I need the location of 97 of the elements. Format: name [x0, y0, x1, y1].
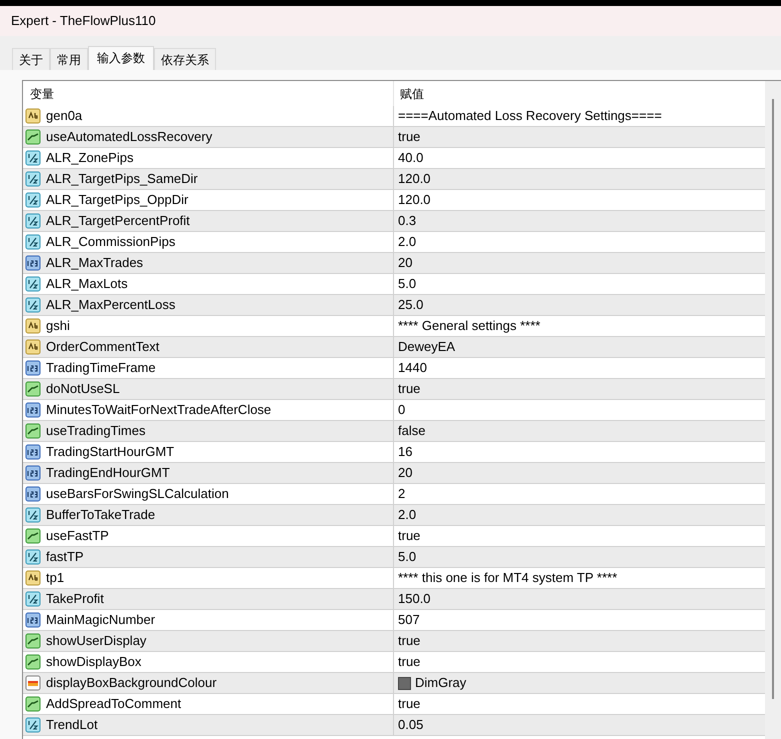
- boolean-type-icon: [25, 696, 41, 712]
- scrollbar[interactable]: [765, 81, 781, 739]
- table-cell-text: 150.0: [398, 590, 431, 608]
- table-cell-text: ====Automated Loss Recovery Settings====: [398, 107, 662, 126]
- table-cell-text: fastTP: [46, 548, 84, 566]
- table-cell-text: displayBoxBackgroundColour: [46, 674, 217, 692]
- table-cell-text: DeweyEA: [398, 338, 456, 356]
- table-cell-text: 5.0: [398, 275, 416, 294]
- table-cell-text: tp1: [46, 569, 64, 588]
- table-cell-text: ALR_MaxPercentLoss: [46, 296, 176, 314]
- table-cell-text: ALR_ZonePips: [46, 149, 134, 168]
- table-cell-text: MinutesToWaitForNextTradeAfterClose: [46, 401, 272, 420]
- table-cell-text: MainMagicNumber: [46, 611, 156, 630]
- table-cell-text: AddSpreadToComment: [46, 695, 182, 714]
- integer-type-icon: [25, 612, 41, 628]
- table-cell-text: **** General settings ****: [398, 317, 540, 336]
- table-cell-text: 20: [398, 464, 412, 482]
- table-cell-text: true: [398, 527, 420, 546]
- table-cell-text: ALR_TargetPips_SameDir: [46, 170, 198, 188]
- table-cell-text: false: [398, 422, 426, 440]
- table-cell-text: true: [398, 128, 420, 146]
- table-cell-text: TakeProfit: [46, 590, 104, 608]
- decimal-type-icon: [25, 297, 41, 313]
- decimal-type-icon: [25, 171, 41, 187]
- table-cell-text: 16: [398, 443, 412, 462]
- window-title: Expert - TheFlowPlus110: [11, 12, 156, 30]
- table-cell-text: true: [398, 632, 420, 650]
- decimal-type-icon: [25, 192, 41, 208]
- boolean-type-icon: [25, 654, 41, 670]
- table-cell-text: gshi: [46, 317, 70, 336]
- string-type-icon: [25, 318, 41, 334]
- table-cell-text: 25.0: [398, 296, 424, 314]
- table-cell-text: OrderCommentText: [46, 338, 160, 356]
- tab[interactable]: 依存关系: [154, 48, 216, 70]
- boolean-type-icon: [25, 381, 41, 397]
- table-cell-text: 120.0: [398, 191, 431, 210]
- table-cell-text: ALR_MaxLots: [46, 275, 128, 294]
- table-cell-text: true: [398, 380, 420, 398]
- table-cell-text: TradingStartHourGMT: [46, 443, 174, 462]
- string-type-icon: [25, 339, 41, 355]
- table-cell-text: 1440: [398, 359, 427, 378]
- column-header[interactable]: 赋值: [394, 81, 765, 106]
- integer-type-icon: [25, 444, 41, 460]
- decimal-type-icon: [25, 213, 41, 229]
- table-cell-text: doNotUseSL: [46, 380, 120, 398]
- table-cell-text: useTradingTimes: [46, 422, 146, 440]
- boolean-type-icon: [25, 129, 41, 145]
- table-cell-text: ALR_TargetPercentProfit: [46, 212, 190, 230]
- decimal-type-icon: [25, 507, 41, 523]
- table-cell-text: 120.0: [398, 170, 431, 188]
- table-cell-text: TradingEndHourGMT: [46, 464, 170, 482]
- table-cell-text: useAutomatedLossRecovery: [46, 128, 212, 146]
- table-cell-text: 0.05: [398, 716, 424, 734]
- table-cell-text: ALR_CommissionPips: [46, 233, 176, 252]
- table-cell-text: ALR_MaxTrades: [46, 254, 144, 272]
- table-cell-text: **** this one is for MT4 system TP ****: [398, 569, 618, 588]
- table-cell-text: useBarsForSwingSLCalculation: [46, 485, 229, 504]
- table-cell-text: true: [398, 653, 420, 672]
- table-cell-text: BufferToTakeTrade: [46, 506, 156, 524]
- decimal-type-icon: [25, 591, 41, 607]
- decimal-type-icon: [25, 276, 41, 292]
- table-cell-text: 5.0: [398, 548, 416, 566]
- table-cell-text: ALR_TargetPips_OppDir: [46, 191, 188, 210]
- table-cell-text: 20: [398, 254, 412, 272]
- table-cell-text: useFastTP: [46, 527, 109, 546]
- palette-type-icon: [25, 675, 41, 691]
- table-cell-text: 0.3: [398, 212, 416, 230]
- table-cell-text: DimGray: [415, 674, 466, 692]
- decimal-type-icon: [25, 150, 41, 166]
- string-type-icon: [25, 108, 41, 124]
- tab[interactable]: 输入参数: [88, 46, 154, 70]
- decimal-type-icon: [25, 234, 41, 250]
- table-cell-text: 2.0: [398, 233, 416, 252]
- table-cell-text: 507: [398, 611, 420, 630]
- integer-type-icon: [25, 402, 41, 418]
- table-cell-text: 2: [398, 485, 406, 504]
- table-cell-text: gen0a: [46, 107, 82, 126]
- table-cell-text: showDisplayBox: [46, 653, 142, 672]
- integer-type-icon: [25, 360, 41, 376]
- table-cell-text: TradingTimeFrame: [46, 359, 156, 378]
- table-cell-text: 40.0: [398, 149, 424, 168]
- table-cell-text: 0: [398, 401, 406, 420]
- tab[interactable]: 常用: [50, 48, 88, 70]
- boolean-type-icon: [25, 423, 41, 439]
- integer-type-icon: [25, 486, 41, 502]
- integer-type-icon: [25, 255, 41, 271]
- integer-type-icon: [25, 465, 41, 481]
- table-cell-text: 2.0: [398, 506, 416, 524]
- boolean-type-icon: [25, 633, 41, 649]
- boolean-type-icon: [25, 528, 41, 544]
- table-cell-text: showUserDisplay: [46, 632, 146, 650]
- string-type-icon: [25, 570, 41, 586]
- decimal-type-icon: [25, 549, 41, 565]
- table-cell-text: true: [398, 695, 420, 714]
- table-cell-text: TrendLot: [46, 716, 98, 734]
- tab[interactable]: 关于: [12, 48, 50, 70]
- decimal-type-icon: [25, 717, 41, 733]
